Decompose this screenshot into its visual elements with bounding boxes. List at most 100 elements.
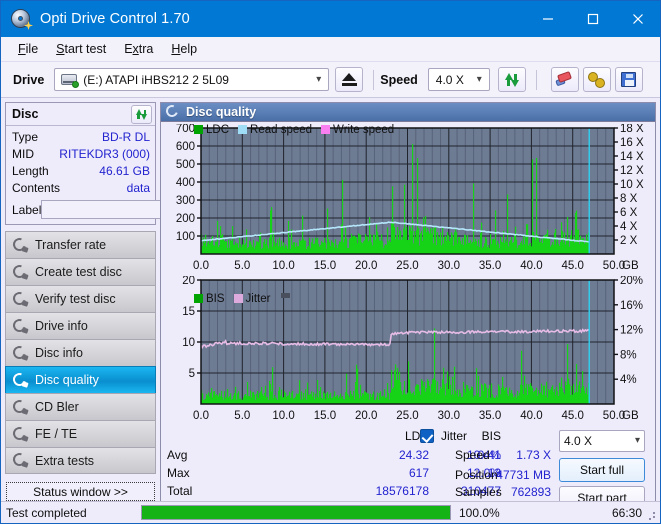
svg-text:5.0: 5.0 <box>234 410 250 422</box>
left-panel: Disc Type BD-R DL MID RITEKDR3 (000) Len… <box>1 98 245 506</box>
disc-row-contents: Contents data <box>12 180 150 197</box>
legend-item-jitter: Jitter <box>233 293 270 305</box>
gears-icon <box>588 71 606 88</box>
title-bar: Opti Drive Control 1.70 <box>1 1 660 37</box>
svg-text:6 X: 6 X <box>620 207 638 219</box>
top-chart-legend: LDC Read speed Write speed <box>194 124 399 136</box>
jitter-checkbox[interactable] <box>420 428 434 443</box>
refresh-button[interactable] <box>497 67 526 92</box>
sidebar-item-create-test-disc[interactable]: Create test disc <box>5 258 156 285</box>
sidebar-item-label: Transfer rate <box>35 238 107 252</box>
legend-label-ldc: LDC <box>206 123 230 136</box>
disc-info-box: Disc Type BD-R DL MID RITEKDR3 (000) Len… <box>5 102 245 225</box>
legend-marker-extra <box>281 293 291 299</box>
svg-text:15.0: 15.0 <box>314 410 336 422</box>
svg-text:25.0: 25.0 <box>396 410 418 422</box>
settings-button[interactable] <box>582 67 611 92</box>
sidebar-item-label: Create test disc <box>35 265 122 279</box>
disc-test-icon <box>10 397 29 415</box>
top-chart[interactable]: 100 200 300 400 500 600 700 2 X 4 X 6 X 8 X 10 X 12 … <box>161 124 656 276</box>
svg-text:30.0: 30.0 <box>438 410 460 422</box>
svg-text:5.0: 5.0 <box>234 260 250 272</box>
svg-text:2 X: 2 X <box>620 235 638 247</box>
disc-row-value: 46.61 GB <box>99 164 150 178</box>
maximize-icon[interactable] <box>570 1 615 37</box>
body: Disc Type BD-R DL MID RITEKDR3 (000) Len… <box>1 98 660 506</box>
samples-stat-value: 762893 <box>510 484 551 499</box>
svg-text:0.0: 0.0 <box>193 410 209 422</box>
sidebar-item-verify-test-disc[interactable]: Verify test disc <box>5 285 156 312</box>
page-title: Disc quality <box>186 104 257 119</box>
sidebar-item-disc-info[interactable]: Disc info <box>5 339 156 366</box>
sidebar-item-disc-quality[interactable]: Disc quality <box>5 366 156 393</box>
menu-help[interactable]: Help <box>162 39 206 59</box>
disc-row-key: Contents <box>12 181 61 195</box>
toolbar-separator-2 <box>535 69 537 90</box>
legend-label-bis: BIS <box>206 292 225 305</box>
legend-swatch-write-speed <box>321 125 331 135</box>
svg-text:18 X: 18 X <box>620 124 644 135</box>
close-icon[interactable] <box>615 1 660 37</box>
svg-text:8%: 8% <box>620 349 637 361</box>
svg-text:700: 700 <box>176 124 195 135</box>
start-full-button[interactable]: Start full <box>559 457 645 482</box>
eject-button[interactable] <box>335 67 364 92</box>
svg-text:10.0: 10.0 <box>272 410 294 422</box>
refresh-icon <box>504 72 520 88</box>
stats-row-label-max: Max <box>167 465 190 480</box>
disc-refresh-button[interactable] <box>131 104 152 124</box>
progress-bar <box>141 505 451 520</box>
svg-text:300: 300 <box>176 195 195 207</box>
sidebar-item-label: Drive info <box>35 319 88 333</box>
disc-row-value: data <box>126 181 150 195</box>
svg-text:5: 5 <box>189 368 195 380</box>
sidebar-item-drive-info[interactable]: Drive info <box>5 312 156 339</box>
test-speed-select-value: 4.0 X <box>564 433 593 448</box>
resize-grip[interactable] <box>646 509 658 521</box>
drive-select-value: (E:) ATAPI iHBS212 2 5L09 <box>83 72 229 87</box>
menu-file-rest: ile <box>25 42 39 56</box>
app-window: Opti Drive Control 1.70 File Start test … <box>0 0 661 524</box>
menu-file[interactable]: File <box>9 39 47 59</box>
test-speed-select[interactable]: 4.0 X ▾ <box>559 429 645 452</box>
svg-text:40.0: 40.0 <box>520 260 542 272</box>
disc-label-row: Label <box>12 199 245 220</box>
svg-text:20%: 20% <box>620 276 643 287</box>
erase-button[interactable] <box>550 67 579 92</box>
stats-area: LDC BIS Avg 24.32 0.41 Max 617 13 Total … <box>161 428 655 505</box>
stats-value-max-ldc: 617 <box>408 465 429 480</box>
nav-list: Transfer rate Create test disc Verify te… <box>5 231 156 474</box>
toolbar-separator-1 <box>373 69 375 90</box>
svg-text:35.0: 35.0 <box>479 410 501 422</box>
svg-text:4%: 4% <box>620 374 637 386</box>
svg-text:20.0: 20.0 <box>355 260 377 272</box>
svg-text:10.0: 10.0 <box>272 260 294 272</box>
menu-help-rest: elp <box>180 42 198 56</box>
speed-select-value: 4.0 X <box>435 72 464 87</box>
sidebar-item-fe-te[interactable]: FE / TE <box>5 420 156 447</box>
menu-extra[interactable]: Extra <box>115 39 162 59</box>
minimize-icon[interactable] <box>525 1 570 37</box>
svg-text:16%: 16% <box>620 300 643 312</box>
sidebar-item-transfer-rate[interactable]: Transfer rate <box>5 231 156 258</box>
legend-item-read-speed: Read speed <box>238 124 312 136</box>
svg-text:GB: GB <box>622 410 639 422</box>
legend-swatch-jitter <box>233 294 243 304</box>
sidebar-item-cd-bler[interactable]: CD Bler <box>5 393 156 420</box>
menu-start-test[interactable]: Start test <box>47 39 115 59</box>
status-window-button[interactable]: Status window >> <box>6 482 155 501</box>
save-icon <box>621 72 637 87</box>
sidebar-item-label: Disc info <box>35 346 83 360</box>
disc-row-mid: MID RITEKDR3 (000) <box>12 146 150 163</box>
svg-text:20.0: 20.0 <box>355 410 377 422</box>
save-button[interactable] <box>614 67 643 92</box>
sidebar-item-extra-tests[interactable]: Extra tests <box>5 447 156 474</box>
svg-text:45.0: 45.0 <box>562 260 584 272</box>
disc-row-value: RITEKDR3 (000) <box>59 147 150 161</box>
status-text: Test completed <box>6 505 87 520</box>
window-title: Opti Drive Control 1.70 <box>40 11 190 27</box>
chevron-down-icon: ▾ <box>634 435 640 447</box>
speed-select[interactable]: 4.0 X ▾ <box>427 68 490 91</box>
disc-test-icon <box>10 289 29 307</box>
drive-select[interactable]: (E:) ATAPI iHBS212 2 5L09 ▾ <box>54 68 330 91</box>
